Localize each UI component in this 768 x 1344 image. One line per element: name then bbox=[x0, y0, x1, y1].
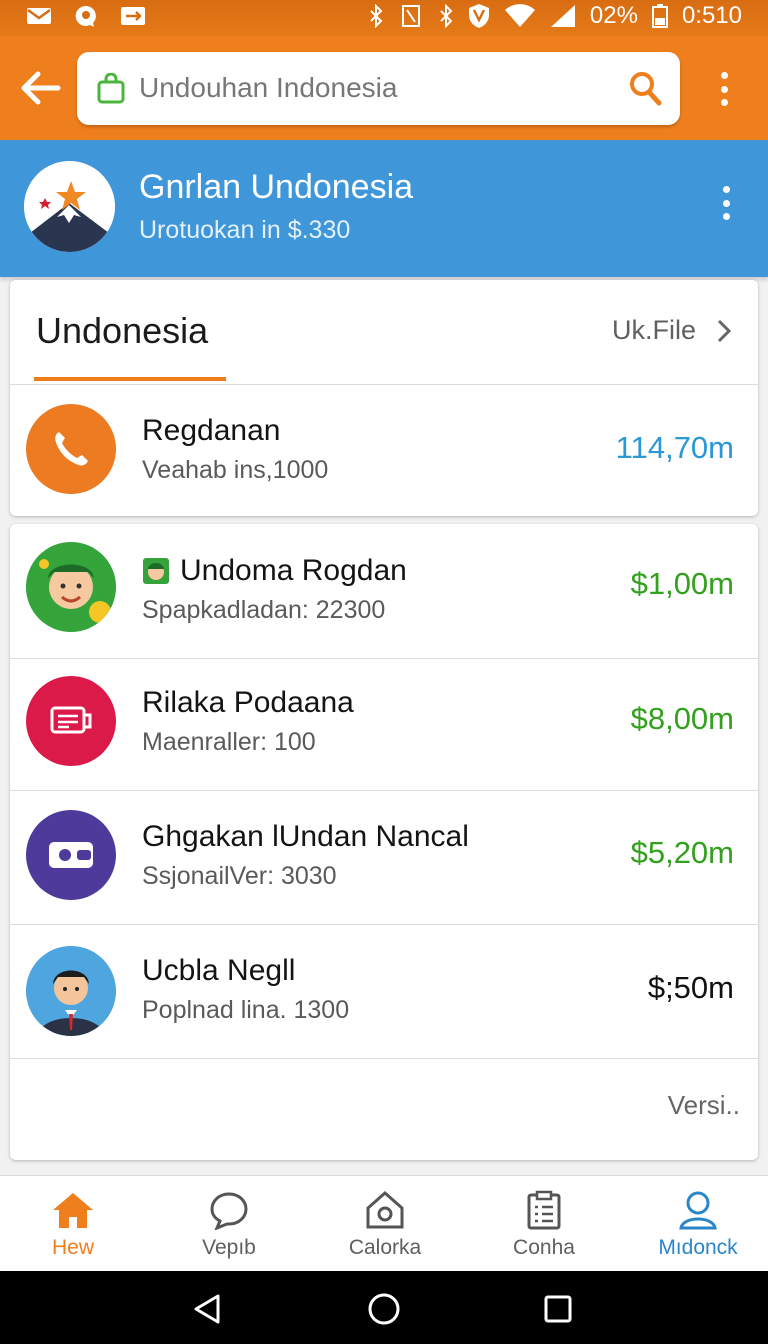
nav-item-chat[interactable]: Vepıb bbox=[154, 1190, 304, 1260]
profile-name: Gnrlan Undonesia bbox=[139, 168, 414, 206]
item-title: Undoma Rogdan bbox=[180, 554, 407, 587]
face-badge-icon bbox=[143, 558, 169, 584]
item-title-wrap: Undoma Rogdan bbox=[142, 554, 407, 588]
chat-icon bbox=[210, 1192, 248, 1230]
item-subtitle: Maenraller: 100 bbox=[142, 728, 316, 756]
more-vertical-icon bbox=[720, 72, 728, 79]
nav-label: Calorka bbox=[348, 1236, 422, 1259]
battery-icon bbox=[651, 4, 668, 28]
item-title: Ghgakan lUndan Nancal bbox=[142, 820, 469, 853]
star-mountain-logo-icon bbox=[24, 161, 115, 252]
file-link[interactable]: Uk.File bbox=[612, 315, 732, 346]
search-icon[interactable] bbox=[628, 70, 662, 106]
chevron-right-icon bbox=[717, 319, 732, 342]
list-item[interactable]: Regdanan Veahab ins,1000 114,70m bbox=[10, 384, 758, 516]
active-tab-indicator bbox=[34, 377, 226, 381]
list-item[interactable]: Ucbla Negll Poplnad lina. 1300 $;50m bbox=[10, 924, 758, 1059]
list-item[interactable]: Undoma Rogdan Spapkadladan: 22300 $1,00m bbox=[10, 524, 758, 659]
arrow-left-icon bbox=[21, 71, 61, 105]
nav-label: Hew bbox=[51, 1236, 94, 1259]
back-button[interactable] bbox=[18, 70, 62, 106]
cast-icon bbox=[121, 7, 145, 25]
house-outline-icon bbox=[366, 1190, 404, 1229]
list-item[interactable]: Ghgakan lUndan Nancal SsjonailVer: 3030 … bbox=[10, 790, 758, 925]
profile-subtitle: Urotuokan in $.330 bbox=[139, 216, 351, 244]
more-vertical-icon bbox=[722, 186, 730, 193]
footer-row bbox=[10, 1058, 758, 1160]
summary-card: Undonesia Uk.File Regdanan Veahab ins,10… bbox=[10, 280, 758, 516]
shield-icon bbox=[468, 4, 489, 28]
back-triangle-icon[interactable] bbox=[192, 1293, 222, 1325]
battery-percentage: 02% bbox=[589, 2, 638, 29]
nav-label: Conha bbox=[513, 1236, 575, 1259]
item-amount: 114,70m bbox=[615, 430, 734, 465]
item-amount: $;50m bbox=[647, 970, 734, 1005]
businessman-avatar-icon bbox=[26, 946, 116, 1036]
overflow-menu-button[interactable] bbox=[719, 72, 729, 106]
home-icon bbox=[53, 1193, 93, 1228]
profile-header: Gnrlan Undonesia Urotuokan in $.330 bbox=[0, 140, 768, 277]
nav-label: Mıdonck bbox=[658, 1236, 738, 1259]
nav-item-profile[interactable]: Mıdonck bbox=[623, 1190, 768, 1260]
section-title[interactable]: Undonesia bbox=[36, 310, 208, 352]
system-navigation-bar bbox=[0, 1271, 768, 1344]
clock: 0:510 bbox=[681, 2, 742, 29]
search-input[interactable] bbox=[139, 68, 609, 108]
nav-item-calorka[interactable]: Calorka bbox=[310, 1190, 460, 1260]
card-icon bbox=[26, 676, 116, 766]
file-link-label: Uk.File bbox=[611, 315, 696, 345]
list-item[interactable]: Rilaka Podaana Maenraller: 100 $8,00m bbox=[10, 656, 758, 791]
transactions-card: Undoma Rogdan Spapkadladan: 22300 $1,00m… bbox=[10, 524, 758, 1160]
nav-item-conha[interactable]: Conha bbox=[469, 1190, 619, 1260]
mail-icon bbox=[27, 8, 51, 24]
wallet-icon bbox=[26, 810, 116, 900]
item-subtitle: Poplnad lina. 1300 bbox=[142, 996, 350, 1024]
shopping-bag-icon bbox=[97, 73, 125, 104]
bluetooth-icon bbox=[440, 4, 453, 28]
messenger-icon bbox=[75, 5, 96, 27]
profile-menu-button[interactable] bbox=[721, 186, 731, 220]
app-toolbar bbox=[0, 36, 768, 140]
bluetooth-icon bbox=[370, 4, 383, 28]
nav-label: Vepıb bbox=[202, 1236, 256, 1259]
wifi-icon bbox=[504, 4, 535, 28]
item-amount: $1,00m bbox=[630, 566, 734, 601]
recents-square-icon[interactable] bbox=[543, 1294, 573, 1324]
item-subtitle: Veahab ins,1000 bbox=[142, 456, 329, 484]
nav-item-home[interactable]: Hew bbox=[0, 1190, 148, 1260]
item-subtitle: SsjonailVer: 3030 bbox=[142, 862, 337, 890]
profile-avatar[interactable] bbox=[24, 161, 115, 252]
phone-icon bbox=[26, 404, 116, 494]
search-bar[interactable] bbox=[77, 52, 680, 125]
status-bar: 02% 0:510 bbox=[0, 0, 768, 36]
item-subtitle: Spapkadladan: 22300 bbox=[142, 596, 386, 624]
version-text[interactable]: Versi.. bbox=[668, 1090, 740, 1121]
man-avatar-icon bbox=[26, 542, 116, 632]
signal-icon bbox=[550, 5, 575, 27]
item-amount: $5,20m bbox=[630, 835, 734, 870]
clipboard-icon bbox=[527, 1190, 561, 1230]
section-header: Undonesia Uk.File bbox=[10, 280, 758, 385]
item-title: Ucbla Negll bbox=[142, 954, 296, 987]
user-icon bbox=[679, 1191, 717, 1230]
item-title: Regdanan bbox=[142, 414, 281, 447]
nfc-icon bbox=[401, 5, 420, 27]
item-title: Rilaka Podaana bbox=[142, 686, 354, 719]
home-circle-icon[interactable] bbox=[367, 1292, 401, 1326]
bottom-navigation: Hew Vepıb Calorka Conha Mıdonck bbox=[0, 1175, 768, 1272]
item-amount: $8,00m bbox=[630, 701, 734, 736]
